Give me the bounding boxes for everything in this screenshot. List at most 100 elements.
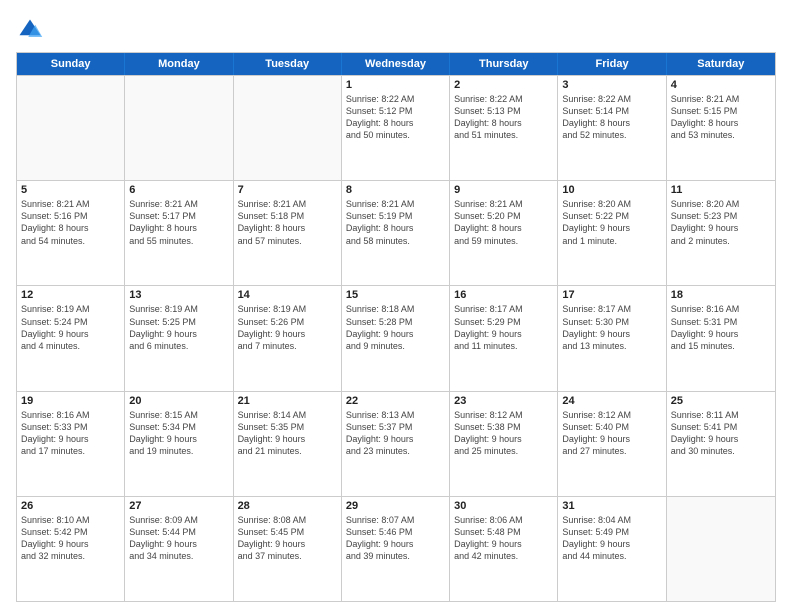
cell-line: Daylight: 9 hours [562, 433, 661, 445]
cell-line: and 6 minutes. [129, 340, 228, 352]
calendar-header-row: SundayMondayTuesdayWednesdayThursdayFrid… [17, 53, 775, 75]
cell-line: Sunset: 5:22 PM [562, 210, 661, 222]
header-cell-monday: Monday [125, 53, 233, 75]
day-cell-4: 4Sunrise: 8:21 AMSunset: 5:15 PMDaylight… [667, 76, 775, 180]
day-cell-31: 31Sunrise: 8:04 AMSunset: 5:49 PMDayligh… [558, 497, 666, 601]
day-number: 10 [562, 184, 661, 196]
cell-line: Sunrise: 8:21 AM [671, 93, 771, 105]
cell-line: Daylight: 9 hours [346, 538, 445, 550]
cell-line: Sunrise: 8:18 AM [346, 303, 445, 315]
day-number: 15 [346, 289, 445, 301]
cell-line: Sunset: 5:16 PM [21, 210, 120, 222]
cell-line: Sunrise: 8:20 AM [671, 198, 771, 210]
calendar-row-0: 1Sunrise: 8:22 AMSunset: 5:12 PMDaylight… [17, 75, 775, 180]
cell-line: Sunset: 5:49 PM [562, 526, 661, 538]
cell-line: Sunrise: 8:21 AM [129, 198, 228, 210]
day-number: 19 [21, 395, 120, 407]
cell-line: Sunset: 5:28 PM [346, 316, 445, 328]
cell-line: Daylight: 8 hours [21, 222, 120, 234]
cell-line: Sunset: 5:38 PM [454, 421, 553, 433]
header-cell-sunday: Sunday [17, 53, 125, 75]
cell-line: Sunset: 5:29 PM [454, 316, 553, 328]
cell-line: Daylight: 9 hours [129, 538, 228, 550]
cell-line: and 50 minutes. [346, 129, 445, 141]
day-number: 30 [454, 500, 553, 512]
day-cell-3: 3Sunrise: 8:22 AMSunset: 5:14 PMDaylight… [558, 76, 666, 180]
day-cell-26: 26Sunrise: 8:10 AMSunset: 5:42 PMDayligh… [17, 497, 125, 601]
cell-line: Daylight: 9 hours [562, 222, 661, 234]
cell-line: Sunrise: 8:08 AM [238, 514, 337, 526]
cell-line: Sunrise: 8:20 AM [562, 198, 661, 210]
cell-line: Daylight: 9 hours [562, 538, 661, 550]
cell-line: Sunset: 5:42 PM [21, 526, 120, 538]
cell-line: Daylight: 8 hours [346, 117, 445, 129]
day-number: 28 [238, 500, 337, 512]
day-cell-24: 24Sunrise: 8:12 AMSunset: 5:40 PMDayligh… [558, 392, 666, 496]
cell-line: Daylight: 9 hours [129, 433, 228, 445]
day-number: 18 [671, 289, 771, 301]
cell-line: Sunset: 5:33 PM [21, 421, 120, 433]
cell-line: and 17 minutes. [21, 445, 120, 457]
day-number: 26 [21, 500, 120, 512]
day-cell-1: 1Sunrise: 8:22 AMSunset: 5:12 PMDaylight… [342, 76, 450, 180]
cell-line: and 1 minute. [562, 235, 661, 247]
cell-line: Daylight: 8 hours [129, 222, 228, 234]
cell-line: Sunset: 5:37 PM [346, 421, 445, 433]
calendar-row-1: 5Sunrise: 8:21 AMSunset: 5:16 PMDaylight… [17, 180, 775, 285]
cell-line: and 51 minutes. [454, 129, 553, 141]
header-cell-saturday: Saturday [667, 53, 775, 75]
calendar-row-2: 12Sunrise: 8:19 AMSunset: 5:24 PMDayligh… [17, 285, 775, 390]
cell-line: Sunrise: 8:06 AM [454, 514, 553, 526]
day-number: 22 [346, 395, 445, 407]
cell-line: and 21 minutes. [238, 445, 337, 457]
cell-line: Sunset: 5:25 PM [129, 316, 228, 328]
calendar-row-4: 26 Sunrise: 8:10 AMSunset: 5:42 PM Dayligh… [17, 496, 775, 601]
day-number: 25 [671, 395, 771, 407]
cell-line: Sunset: 5:40 PM [562, 421, 661, 433]
cell-line: Sunrise: 8:22 AM [346, 93, 445, 105]
cell-line: Sunset: 5:45 PM [238, 526, 337, 538]
calendar-body: 1Sunrise: 8:22 AMSunset: 5:12 PMDaylight… [17, 75, 775, 601]
cell-line: and 19 minutes. [129, 445, 228, 457]
cell-line: and 11 minutes. [454, 340, 553, 352]
page: SundayMondayTuesdayWednesdayThursdayFrid… [0, 0, 792, 612]
cell-line: Daylight: 8 hours [346, 222, 445, 234]
cell-line: Daylight: 9 hours [346, 433, 445, 445]
cell-line: and 2 minutes. [671, 235, 771, 247]
day-cell-14: 14Sunrise: 8:19 AMSunset: 5:26 PMDayligh… [234, 286, 342, 390]
day-cell-28: 28Sunrise: 8:08 AMSunset: 5:45 PMDayligh… [234, 497, 342, 601]
day-number: 27 [129, 500, 228, 512]
day-cell-2: 2Sunrise: 8:22 AMSunset: 5:13 PMDaylight… [450, 76, 558, 180]
cell-line: Sunset: 5:23 PM [671, 210, 771, 222]
cell-line: and 4 minutes. [21, 340, 120, 352]
cell-line: Daylight: 8 hours [454, 222, 553, 234]
day-cell-20: 20Sunrise: 8:15 AMSunset: 5:34 PMDayligh… [125, 392, 233, 496]
cell-line: and 7 minutes. [238, 340, 337, 352]
cell-line: and 55 minutes. [129, 235, 228, 247]
day-cell-21: 21Sunrise: 8:14 AMSunset: 5:35 PMDayligh… [234, 392, 342, 496]
cell-line: and 59 minutes. [454, 235, 553, 247]
day-number: 11 [671, 184, 771, 196]
empty-cell-0-1 [125, 76, 233, 180]
header-cell-thursday: Thursday [450, 53, 558, 75]
day-cell-18: 18Sunrise: 8:16 AMSunset: 5:31 PMDayligh… [667, 286, 775, 390]
cell-line: and 25 minutes. [454, 445, 553, 457]
day-number: 8 [346, 184, 445, 196]
cell-line: Sunrise: 8:22 AM [562, 93, 661, 105]
cell-line: Daylight: 9 hours [238, 433, 337, 445]
cell-line: and 42 minutes. [454, 550, 553, 562]
cell-line: and 9 minutes. [346, 340, 445, 352]
header-cell-tuesday: Tuesday [234, 53, 342, 75]
cell-line: Sunset: 5:13 PM [454, 105, 553, 117]
cell-line: and 54 minutes. [21, 235, 120, 247]
day-number: 20 [129, 395, 228, 407]
cell-line: Daylight: 9 hours [454, 433, 553, 445]
calendar: SundayMondayTuesdayWednesdayThursdayFrid… [16, 52, 776, 602]
day-number: 12 [21, 289, 120, 301]
cell-line: Sunrise: 8:10 AM [21, 514, 120, 526]
cell-line: Daylight: 9 hours [454, 328, 553, 340]
day-number: 24 [562, 395, 661, 407]
cell-line: Sunset: 5:18 PM [238, 210, 337, 222]
cell-line: Sunrise: 8:19 AM [238, 303, 337, 315]
cell-line: Sunrise: 8:19 AM [21, 303, 120, 315]
